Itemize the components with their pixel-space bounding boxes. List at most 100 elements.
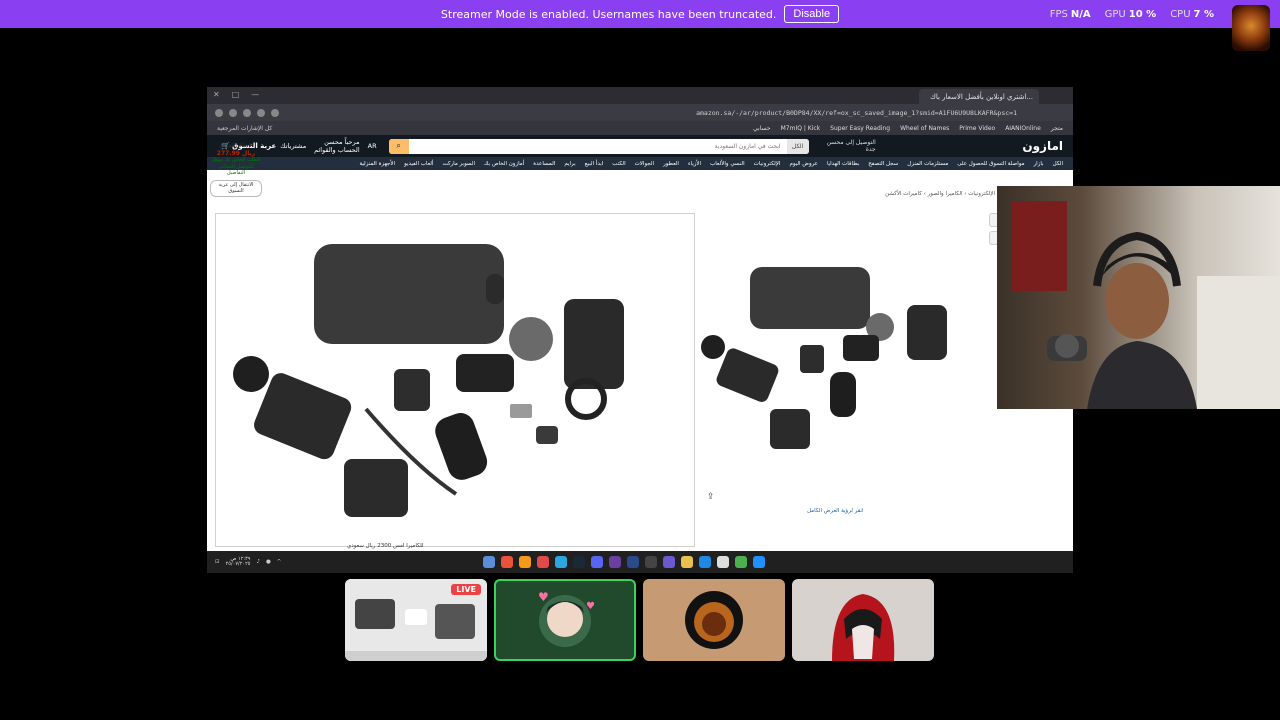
- edge-icon[interactable]: [699, 556, 711, 568]
- nav-item[interactable]: ابدأ البيع: [585, 161, 604, 167]
- extension-icon[interactable]: [229, 108, 237, 117]
- participant-tile-stream[interactable]: LIVE: [345, 579, 487, 661]
- nav-item[interactable]: مستلزمات المنزل: [907, 161, 948, 167]
- full-view-link[interactable]: انقر لرؤية العرض الكامل: [807, 508, 864, 514]
- extension-icon[interactable]: [271, 108, 279, 117]
- brave-icon[interactable]: [501, 556, 513, 568]
- gpu-stat: GPU 10 %: [1104, 8, 1157, 20]
- network-icon[interactable]: ⊡: [215, 559, 220, 565]
- bookmark-item[interactable]: متجر: [1051, 125, 1063, 132]
- deliver-to[interactable]: التوصيل إلى محسن جدة: [827, 139, 876, 153]
- nav-item[interactable]: السوبر ماركت: [442, 161, 475, 167]
- search-input[interactable]: ابحث في امازون السعودية: [409, 143, 787, 150]
- account-menu[interactable]: مرحباً محسن الحساب والقوائم: [314, 138, 359, 154]
- nav-item[interactable]: المساعدة: [533, 161, 555, 167]
- steam-icon[interactable]: [573, 556, 585, 568]
- battery-handle: [564, 299, 624, 389]
- live-badge: LIVE: [451, 584, 481, 595]
- nav-item[interactable]: مواصلة التسوق للحصول على: [957, 161, 1024, 167]
- nav-item[interactable]: الكتب: [612, 161, 625, 167]
- close-window-icon[interactable]: ✕: [213, 90, 220, 99]
- app-icon[interactable]: [645, 556, 657, 568]
- nav-item[interactable]: بازار: [1034, 161, 1044, 167]
- gimbal-head: [233, 356, 269, 392]
- nav-item[interactable]: سجل التصفح: [868, 161, 898, 167]
- language-selector[interactable]: AR: [368, 142, 377, 150]
- camera-body: [254, 373, 352, 460]
- extension-icon[interactable]: [243, 108, 251, 117]
- nav-item[interactable]: أمازون الخاص بك: [484, 161, 524, 167]
- app-icon[interactable]: [483, 556, 495, 568]
- bookmark-item[interactable]: حسابي: [753, 125, 771, 132]
- search-bar[interactable]: ⌕ ابحث في امازون السعودية الكل: [388, 138, 809, 154]
- nav-item[interactable]: الإلكترونيات: [754, 161, 781, 167]
- minimize-icon[interactable]: —: [251, 90, 259, 99]
- nav-item[interactable]: برايم: [564, 161, 575, 167]
- tray-expand-icon[interactable]: ^: [277, 559, 282, 565]
- nav-item[interactable]: الأزياء: [688, 161, 701, 167]
- nav-item[interactable]: ألعاب الفيديو: [404, 161, 433, 167]
- nav-item[interactable]: الأجهزة المنزلية: [359, 161, 395, 167]
- amazon-logo[interactable]: امازون: [1022, 139, 1063, 153]
- address-bar[interactable]: amazon.sa/-/ar/product/B0DP84/XX/ref=ox_…: [207, 104, 1073, 121]
- nav-item[interactable]: بطاقات الهدايا: [827, 161, 859, 167]
- extension-icon[interactable]: [257, 108, 265, 117]
- start-icon[interactable]: [753, 556, 765, 568]
- participant-tile-speaking[interactable]: ♥ ♥: [494, 579, 636, 661]
- system-tray: ⊡ ١٢:٣٩ ص ٢٥/٠٧/٢٠٢٥ ♪ ● ^: [215, 556, 282, 568]
- amazon-nav: الأجهزة المنزلية ألعاب الفيديو السوبر ما…: [207, 157, 1073, 170]
- bookmark-item[interactable]: Wheel of Names: [900, 125, 949, 132]
- cover-case: [435, 413, 488, 480]
- participant-tile-hair[interactable]: [792, 579, 934, 661]
- disable-streamer-mode-button[interactable]: Disable: [784, 5, 840, 23]
- all-bookmarks[interactable]: كل الإشارات المرجعية: [217, 125, 272, 132]
- store-icon[interactable]: [717, 556, 729, 568]
- shared-screen[interactable]: ✕ □ — اشتري اونلاين بأفضل الاسعار باك...…: [207, 87, 1073, 573]
- nav-menu-all[interactable]: الكل: [1053, 161, 1063, 167]
- extension-icon[interactable]: [215, 108, 223, 117]
- search-category-select[interactable]: الكل: [786, 138, 809, 154]
- window-controls: ✕ □ —: [213, 90, 259, 99]
- app-icon[interactable]: [537, 556, 549, 568]
- maximize-icon[interactable]: □: [232, 90, 240, 99]
- fps-stat: FPS N/A: [1049, 8, 1091, 20]
- app-icon[interactable]: [519, 556, 531, 568]
- breadcrumb[interactable]: الإلكترونيات › الكاميرا والصور › كاميرات…: [885, 191, 995, 197]
- mic-icon[interactable]: ●: [266, 559, 271, 565]
- user-avatar[interactable]: [1232, 5, 1270, 51]
- lion-avatar: [685, 591, 743, 649]
- app-icon[interactable]: [663, 556, 675, 568]
- photoshop-icon[interactable]: [627, 556, 639, 568]
- mic-receiver: [394, 369, 430, 411]
- product-preview-image[interactable]: [695, 237, 985, 457]
- nav-item[interactable]: النسي والألعاب: [710, 161, 745, 167]
- bookmark-item[interactable]: AIANIOnline: [1005, 125, 1041, 132]
- orders-link[interactable]: مشترياتك: [280, 142, 306, 150]
- product-main-image[interactable]: [215, 213, 695, 547]
- share-icon[interactable]: ⇪: [707, 492, 715, 502]
- windows-taskbar: ⊡ ١٢:٣٩ ص ٢٥/٠٧/٢٠٢٥ ♪ ● ^: [207, 551, 1073, 573]
- search-icon[interactable]: ⌕: [388, 138, 409, 154]
- nav-item[interactable]: الجوالات: [635, 161, 654, 167]
- svg-text:♥: ♥: [586, 601, 595, 612]
- premiere-icon[interactable]: [609, 556, 621, 568]
- nav-item[interactable]: عروض اليوم: [789, 161, 817, 167]
- chrome-icon[interactable]: [735, 556, 747, 568]
- volume-icon[interactable]: ♪: [256, 559, 260, 565]
- participant-tile-lion[interactable]: [643, 579, 785, 661]
- url-text[interactable]: amazon.sa/-/ar/product/B0DP84/XX/ref=ox_…: [696, 109, 1017, 117]
- bookmark-item[interactable]: M7mIQ | Kick: [781, 125, 821, 132]
- clock[interactable]: ١٢:٣٩ ص ٢٥/٠٧/٢٠٢٥: [226, 556, 251, 568]
- details-link[interactable]: التفاصيل: [210, 170, 262, 177]
- telegram-icon[interactable]: [555, 556, 567, 568]
- windscreen: [509, 317, 553, 361]
- carry-pouch: [314, 244, 504, 344]
- folder-icon[interactable]: [681, 556, 693, 568]
- bookmark-item[interactable]: Prime Video: [959, 125, 995, 132]
- bookmark-item[interactable]: Super Easy Reading: [830, 125, 890, 132]
- discord-icon[interactable]: [591, 556, 603, 568]
- nav-item[interactable]: العطور: [663, 161, 679, 167]
- banner-message: Streamer Mode is enabled. Usernames have…: [440, 7, 777, 21]
- browser-tab[interactable]: اشتري اونلاين بأفضل الاسعار باك...: [919, 89, 1039, 104]
- go-to-cart-button[interactable]: الانتقال إلى عربة التسوق: [210, 179, 262, 197]
